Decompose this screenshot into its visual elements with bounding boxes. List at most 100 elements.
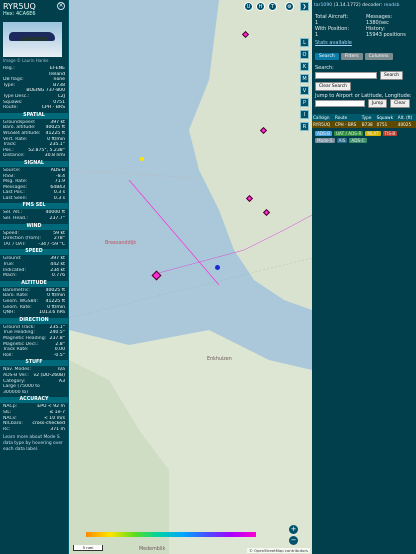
tab-columns[interactable]: Columns bbox=[364, 53, 393, 60]
close-icon[interactable]: × bbox=[57, 2, 65, 10]
section-spatial: SPATIAL bbox=[0, 112, 68, 119]
col-route[interactable]: Route bbox=[334, 114, 361, 121]
source-badge: MLAT bbox=[365, 131, 381, 136]
section-speed: SPEED bbox=[0, 249, 68, 256]
footer-note: Learn more about Mode S data type by hov… bbox=[3, 435, 63, 453]
source-legend: ADS-B UAT / ADS-R MLAT TIS-B Mode-S AIS ADS-C bbox=[312, 128, 416, 146]
settings-icon[interactable]: ⚙ bbox=[285, 2, 294, 11]
decoder-link[interactable]: readsb bbox=[384, 3, 400, 8]
info-value: CPH - BRS bbox=[41, 105, 65, 111]
section-altitude: ALTITUDE bbox=[0, 280, 68, 287]
cell-type: B738 bbox=[360, 121, 376, 128]
wind-label: TAT / OAT: bbox=[3, 241, 26, 247]
map-button-h[interactable]: H bbox=[256, 2, 265, 11]
fms-rows: Sel. Alt.: 40000 ft Sel. Head.: 237.7° bbox=[0, 210, 68, 221]
col-callsign[interactable]: Callsign bbox=[312, 114, 335, 121]
col-altitude[interactable]: Alt. (ft) bbox=[396, 114, 416, 121]
fms-value: 237.7° bbox=[49, 216, 65, 222]
stats-block: Total Aircraft: 1 With Position: 1 Messa… bbox=[312, 12, 416, 40]
map-toggle-m[interactable]: M bbox=[300, 74, 309, 83]
place-label-3: Medemblik bbox=[139, 547, 166, 552]
stuff-row: 300000 lb) bbox=[0, 390, 68, 396]
table-row[interactable]: RYR5UQ CPH - BRS B738 0751 40025 bbox=[312, 121, 416, 128]
zoom-in-button[interactable]: + bbox=[289, 525, 298, 534]
source-badge: ADS-C bbox=[349, 138, 367, 143]
panel-header: tar1090 (3.14.1772) decoder: readsb bbox=[312, 0, 416, 12]
place-label-1: Breezanddijk bbox=[105, 241, 137, 246]
aircraft-marker-6[interactable] bbox=[215, 265, 220, 270]
aircraft-table: Callsign Route Type Squawk Alt. (ft) RYR… bbox=[312, 114, 416, 128]
aircraft-marker-7[interactable] bbox=[140, 157, 144, 161]
col-squawk[interactable]: Squawk bbox=[375, 114, 397, 121]
signal-row: Last Seen: 0.3 s bbox=[0, 196, 68, 202]
stuff-label: 300000 lb) bbox=[3, 389, 28, 395]
accuracy-value: 371 m bbox=[50, 426, 65, 432]
tab-filters[interactable]: Filters bbox=[340, 53, 363, 60]
collapse-panel-button[interactable]: ❯ bbox=[300, 2, 309, 11]
col-type[interactable]: Type bbox=[360, 114, 376, 121]
map-button-u[interactable]: U bbox=[244, 2, 253, 11]
map-toggle-k[interactable]: K bbox=[300, 62, 309, 71]
stats-link[interactable]: Stats available bbox=[312, 40, 416, 46]
altitude-value: 1013.6 hPa bbox=[39, 310, 65, 316]
stuff-rows: Nav. Modes: n/a ADS-B Ver.: v2 (DO-260B) Cat… bbox=[0, 367, 68, 395]
map-toggle-v[interactable]: V bbox=[300, 86, 309, 95]
map-base bbox=[69, 0, 312, 554]
search-row: Search bbox=[315, 71, 413, 80]
map-toggle-o[interactable]: O bbox=[300, 50, 309, 59]
speed-rows: Ground: 397 kt True: 442 kt Indicated: 234 kt… bbox=[0, 256, 68, 278]
zoom-out-button[interactable]: − bbox=[289, 536, 298, 545]
source-badge: Mode-S bbox=[315, 138, 335, 143]
aircraft-photo[interactable] bbox=[3, 22, 62, 57]
section-wind: WIND bbox=[0, 223, 68, 230]
spatial-rows: Groundspeed: 397 kt Baro. altitude: 40025 f… bbox=[0, 120, 68, 159]
map-toggle-i[interactable]: I bbox=[300, 110, 309, 119]
jump-row: Jump Clear bbox=[315, 99, 413, 108]
jump-input[interactable] bbox=[315, 100, 365, 107]
fms-label: Sel. Head.: bbox=[3, 216, 28, 222]
altitude-label: QNH: bbox=[3, 310, 16, 316]
section-fms: FMS SEL bbox=[0, 203, 68, 210]
tar1090-link[interactable]: tar1090 bbox=[314, 3, 332, 8]
clear-search-button[interactable]: Clear Search bbox=[315, 82, 351, 91]
altitude-color-legend bbox=[86, 532, 256, 537]
signal-rows: Source: ADS-B RSSI: -8.4 Msg. Rate: 71.9 Messa… bbox=[0, 168, 68, 202]
speed-row: Mach: 0.776 bbox=[0, 273, 68, 279]
signal-label: Last Seen: bbox=[3, 195, 28, 201]
map-attribution[interactable]: © OpenStreetMap contributors bbox=[247, 548, 310, 553]
info-row: Route: CPH - BRS bbox=[0, 105, 68, 111]
map-toggle-r[interactable]: R bbox=[300, 122, 309, 131]
search-button[interactable]: Search bbox=[380, 71, 404, 80]
fms-row: Sel. Head.: 237.7° bbox=[0, 216, 68, 222]
section-signal: SIGNAL bbox=[0, 160, 68, 167]
callsign: RYR5UQ bbox=[3, 2, 36, 11]
cell-callsign: RYR5UQ bbox=[312, 121, 335, 128]
source-badge: AIS bbox=[336, 138, 348, 143]
with-position-value: 1 bbox=[315, 32, 319, 38]
clear-button[interactable]: Clear bbox=[390, 99, 410, 108]
map-view[interactable]: Breezanddijk Enkhuizen Medemblik U H T ⚙… bbox=[69, 0, 312, 554]
hex-line: Hex: 4CA6E6 bbox=[3, 11, 65, 17]
spatial-row: Distance: 30.8 nmi bbox=[0, 153, 68, 159]
jump-button[interactable]: Jump bbox=[368, 99, 388, 108]
info-label: Reg.: bbox=[3, 66, 15, 71]
detail-header: RYR5UQ Hex: 4CA6E6 × bbox=[0, 0, 68, 22]
direction-rows: Ground Track: 235.1° True Heading: 240.5° Ma… bbox=[0, 325, 68, 359]
speed-label: Mach: bbox=[3, 273, 17, 279]
stuff-value: A3 bbox=[58, 378, 65, 384]
aircraft-detail-panel: RYR5UQ Hex: 4CA6E6 × Image © Laurin Hank… bbox=[0, 0, 69, 554]
map-toggle-l[interactable]: L bbox=[300, 38, 309, 47]
map-button-t[interactable]: T bbox=[268, 2, 277, 11]
accuracy-rows: NACp: EPU < 92 m SIL: ≤ 1e-7 NACv: < 10 m/s NI… bbox=[0, 404, 68, 432]
cell-altitude: 40025 bbox=[396, 121, 416, 128]
hex-label: Hex: bbox=[3, 11, 15, 17]
map-toggle-p[interactable]: P bbox=[300, 98, 309, 107]
stats-col-2: Messages: 1380/sec History: 15943 positi… bbox=[366, 14, 413, 38]
hex-value: 4CA6E6 bbox=[16, 11, 36, 17]
photo-credit[interactable]: Image © Laurin Hanke bbox=[3, 58, 65, 63]
info-label: Route: bbox=[3, 105, 18, 111]
search-input[interactable] bbox=[315, 72, 377, 79]
tab-search[interactable]: Search bbox=[315, 53, 339, 60]
cell-route: CPH - BRS bbox=[334, 121, 361, 128]
stats-col-1: Total Aircraft: 1 With Position: 1 bbox=[315, 14, 362, 38]
